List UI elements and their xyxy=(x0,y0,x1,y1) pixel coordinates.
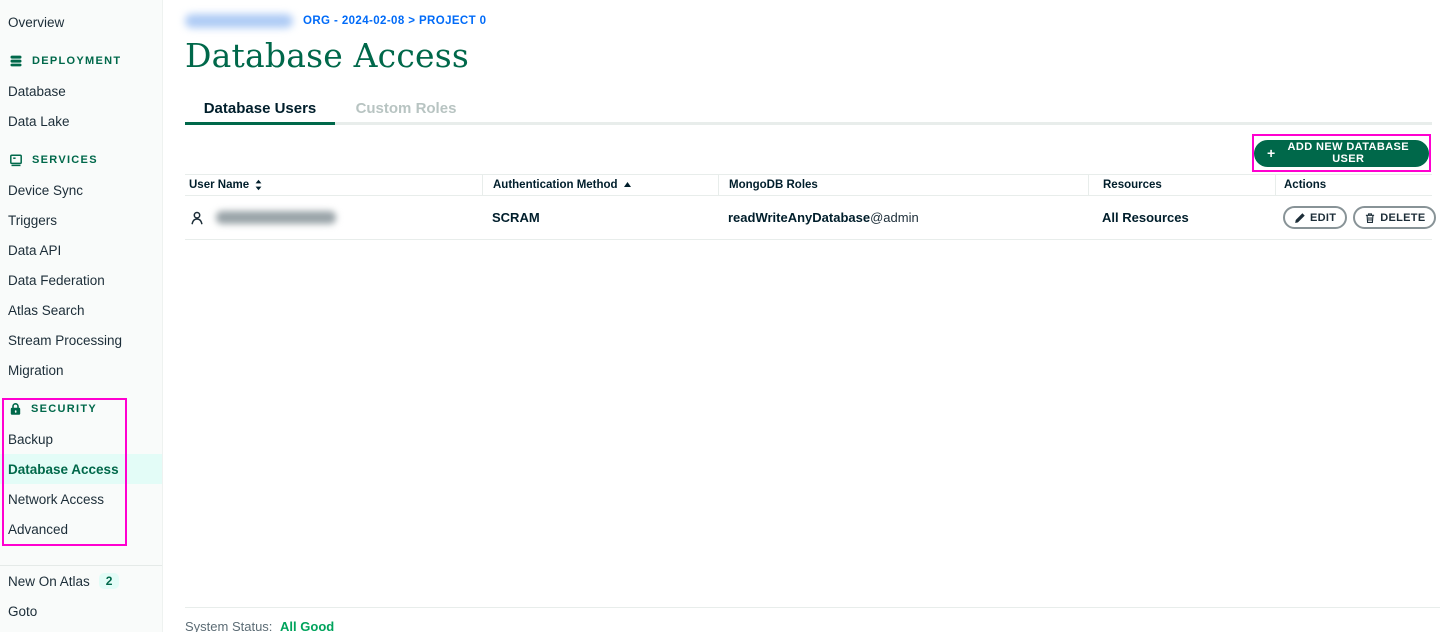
auth-method-cell: SCRAM xyxy=(492,210,540,225)
sidebar-item-data-federation[interactable]: Data Federation xyxy=(0,265,162,295)
column-label: Resources xyxy=(1103,179,1162,191)
sidebar-section-label: DEPLOYMENT xyxy=(32,55,122,67)
sidebar-section-services: SERVICES xyxy=(0,145,162,175)
tab-custom-roles[interactable]: Custom Roles xyxy=(335,98,477,125)
sidebar-item-database[interactable]: Database xyxy=(0,76,162,106)
column-label: MongoDB Roles xyxy=(729,179,818,191)
edit-button[interactable]: EDIT xyxy=(1283,206,1348,229)
sidebar-item-backup[interactable]: Backup xyxy=(0,424,162,454)
sidebar-item-migration[interactable]: Migration xyxy=(0,355,162,385)
user-name-cell xyxy=(185,196,482,239)
system-status: System Status: All Good xyxy=(185,619,334,632)
database-users-table: User Name Authentication Method MongoDB … xyxy=(185,174,1437,240)
delete-button[interactable]: DELETE xyxy=(1353,206,1437,229)
sidebar-item-overview[interactable]: Overview xyxy=(0,7,162,37)
breadcrumb-links[interactable]: ORG - 2024-02-08 > PROJECT 0 xyxy=(303,15,486,27)
main-content: ORG - 2024-02-08 > PROJECT 0 Database Ac… xyxy=(163,0,1440,632)
tab-bar: Database Users Custom Roles xyxy=(185,98,1432,125)
sidebar-section-label: SECURITY xyxy=(31,403,98,415)
redacted-username-blur xyxy=(216,211,336,224)
table-header-row: User Name Authentication Method MongoDB … xyxy=(185,174,1432,196)
system-status-label: System Status: xyxy=(185,619,273,632)
sidebar-item-atlas-search[interactable]: Atlas Search xyxy=(0,295,162,325)
table-row: SCRAM readWriteAnyDatabase @admin All Res… xyxy=(185,196,1437,240)
column-header-auth-method[interactable]: Authentication Method xyxy=(482,175,718,195)
lock-icon xyxy=(9,402,22,416)
system-status-link[interactable]: All Good xyxy=(280,619,334,632)
role-name: readWriteAnyDatabase xyxy=(728,210,871,225)
delete-label: DELETE xyxy=(1380,211,1426,224)
role-scope: @admin xyxy=(870,210,919,225)
add-user-annotation-box: + ADD NEW DATABASE USER xyxy=(1252,134,1431,172)
sidebar-item-network-access[interactable]: Network Access xyxy=(0,484,162,514)
new-on-atlas-badge: 2 xyxy=(98,573,120,589)
column-header-mongodb-roles: MongoDB Roles xyxy=(718,175,1088,195)
column-header-resources: Resources xyxy=(1088,175,1275,195)
sidebar-item-stream-processing[interactable]: Stream Processing xyxy=(0,325,162,355)
sort-both-icon xyxy=(254,179,263,191)
sidebar-item-advanced[interactable]: Advanced xyxy=(0,514,162,544)
person-icon xyxy=(189,210,205,226)
sidebar-item-data-api[interactable]: Data API xyxy=(0,235,162,265)
resources-cell: All Resources xyxy=(1102,210,1189,225)
atlas-app: Overview DEPLOYMENT Database Data Lake S… xyxy=(0,0,1440,632)
sidebar-item-database-access[interactable]: Database Access xyxy=(0,454,162,484)
window-icon xyxy=(9,153,23,167)
sidebar-item-data-lake[interactable]: Data Lake xyxy=(0,106,162,136)
sort-ascending-icon xyxy=(623,181,632,189)
trash-icon xyxy=(1364,212,1376,224)
breadcrumb: ORG - 2024-02-08 > PROJECT 0 xyxy=(185,14,486,28)
sidebar-section-deployment: DEPLOYMENT xyxy=(0,46,162,76)
sidebar-section-label: SERVICES xyxy=(32,154,98,166)
sidebar-item-device-sync[interactable]: Device Sync xyxy=(0,175,162,205)
column-label: Authentication Method xyxy=(493,179,618,191)
column-header-actions: Actions xyxy=(1275,175,1432,195)
column-label: Actions xyxy=(1284,179,1327,191)
sidebar-item-goto[interactable]: Goto xyxy=(0,596,162,626)
actions-cell: EDIT DELETE xyxy=(1275,196,1437,239)
sidebar-section-security: SECURITY xyxy=(0,394,162,424)
edit-label: EDIT xyxy=(1310,211,1337,224)
sidebar-item-triggers[interactable]: Triggers xyxy=(0,205,162,235)
footer-divider xyxy=(185,607,1440,608)
column-header-user-name[interactable]: User Name xyxy=(185,175,482,195)
database-stack-icon xyxy=(9,54,23,68)
column-label: User Name xyxy=(189,179,250,191)
mongodb-roles-cell: readWriteAnyDatabase @admin xyxy=(718,196,1088,239)
tab-database-users[interactable]: Database Users xyxy=(185,98,335,125)
page-title: Database Access xyxy=(185,36,470,75)
pencil-icon xyxy=(1294,212,1306,224)
redacted-org-name-blur xyxy=(185,14,293,28)
plus-icon: + xyxy=(1267,144,1276,161)
add-button-label: ADD NEW DATABASE USER xyxy=(1287,141,1410,165)
add-new-database-user-button[interactable]: + ADD NEW DATABASE USER xyxy=(1254,139,1429,167)
sidebar-item-new-on-atlas[interactable]: New On Atlas 2 xyxy=(0,566,162,596)
new-on-atlas-label: New On Atlas xyxy=(8,573,90,589)
sidebar: Overview DEPLOYMENT Database Data Lake S… xyxy=(0,0,163,632)
